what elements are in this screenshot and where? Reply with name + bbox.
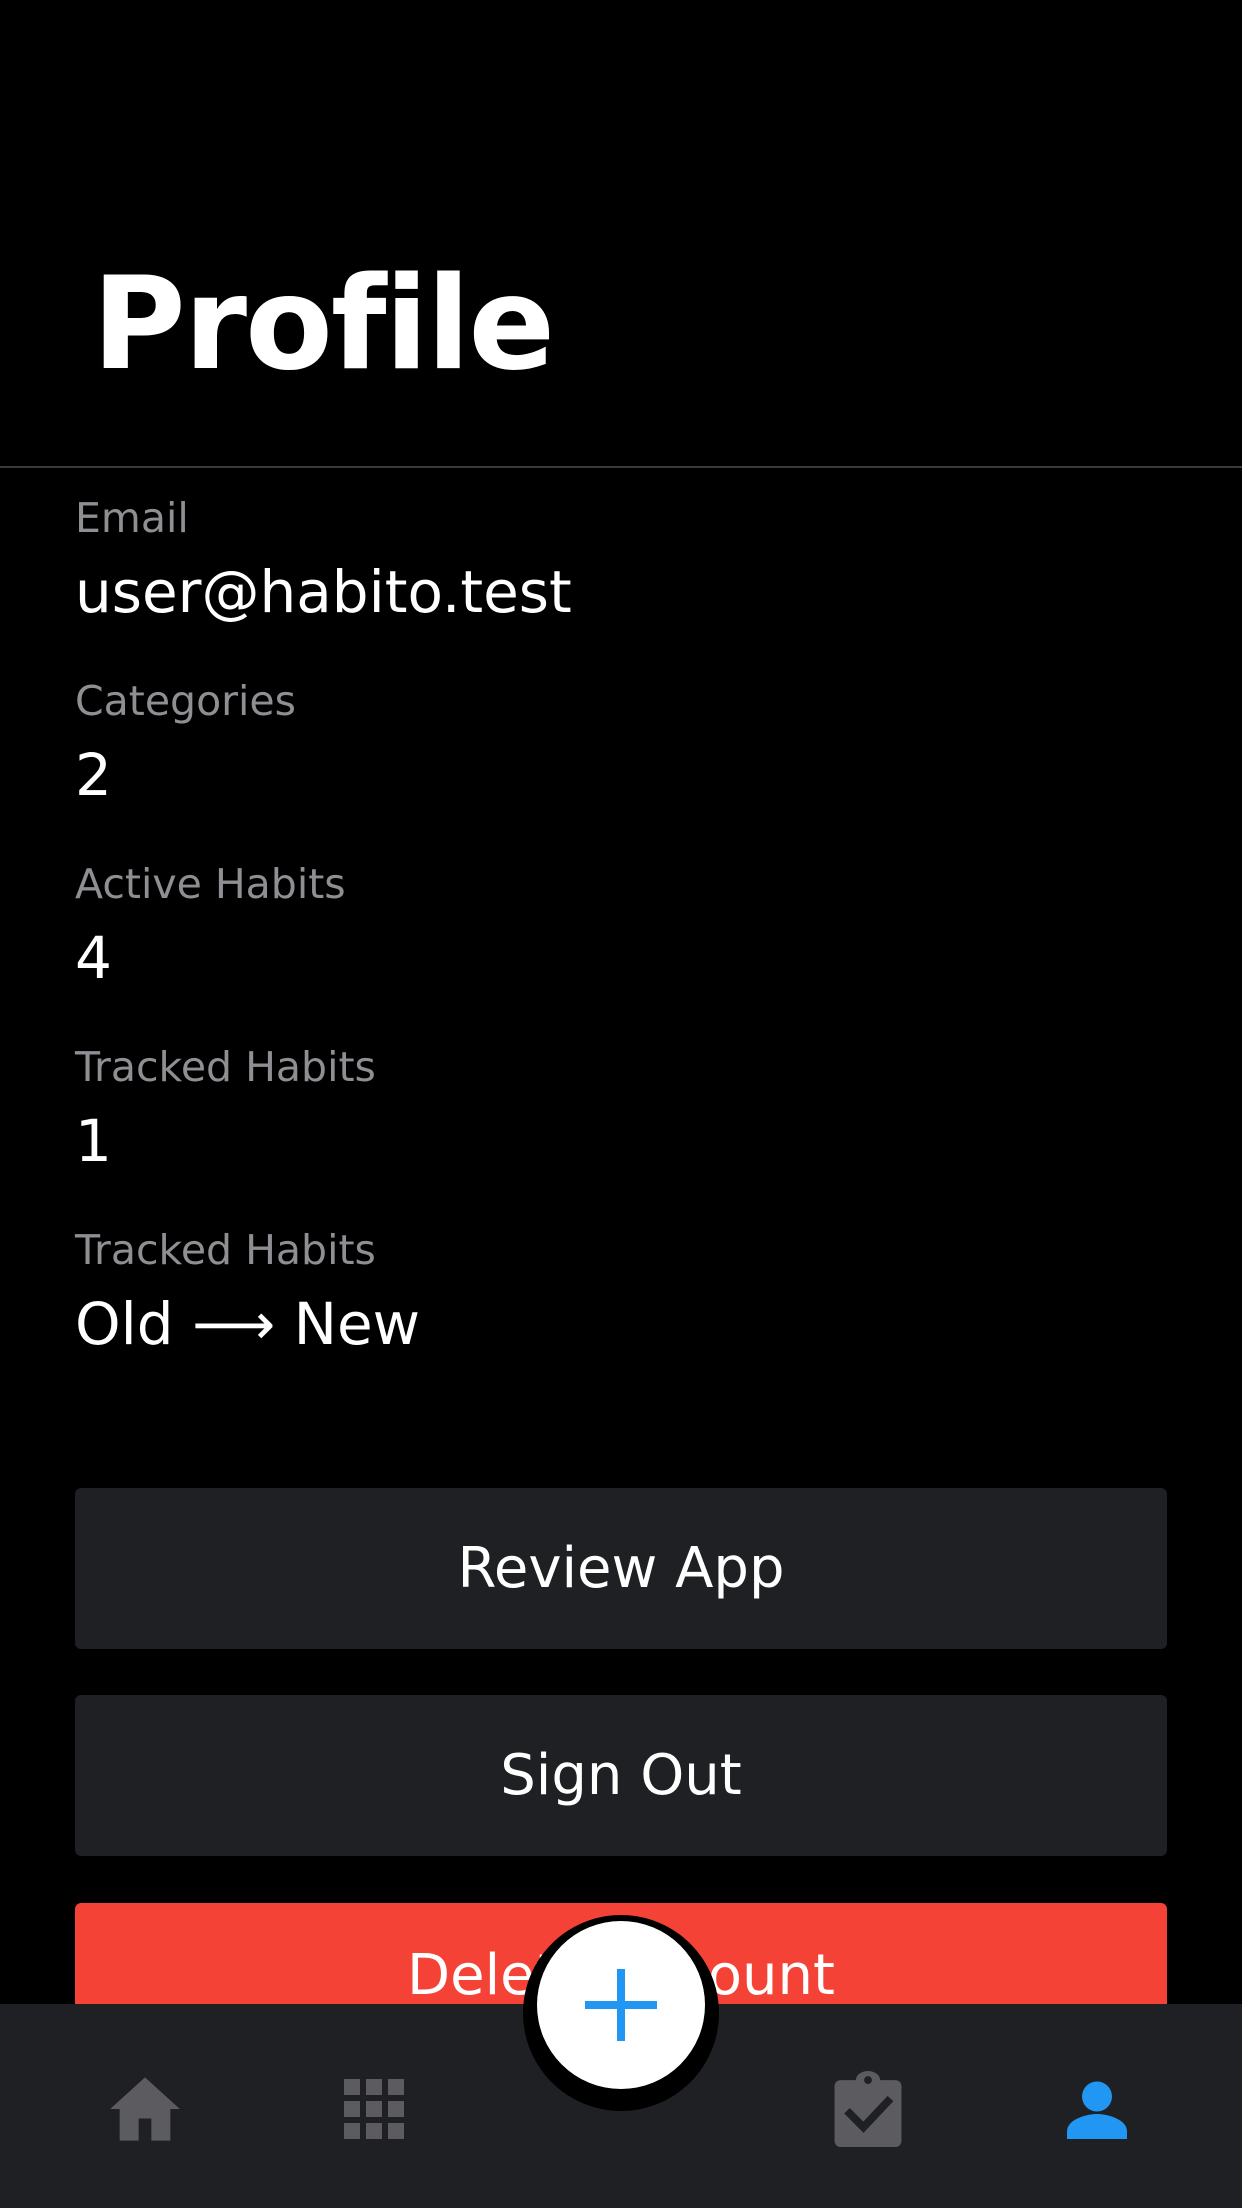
plus-icon xyxy=(585,1969,657,2041)
tab-categories[interactable] xyxy=(329,2064,419,2154)
page-title: Profile xyxy=(92,250,555,399)
email-value: user@habito.test xyxy=(75,558,572,626)
tab-tracking[interactable] xyxy=(823,2064,913,2154)
categories-label: Categories xyxy=(75,677,296,725)
profile-screen: Profile Email user@habito.test Categorie… xyxy=(0,0,1242,2208)
header-divider xyxy=(0,466,1242,468)
tracked-habits-value: 1 xyxy=(75,1107,112,1175)
tracked-habits-label: Tracked Habits xyxy=(75,1043,376,1091)
tab-profile[interactable] xyxy=(1052,2064,1142,2154)
add-habit-button[interactable] xyxy=(537,1921,705,2089)
review-app-button[interactable]: Review App xyxy=(75,1488,1167,1649)
tracked-habits-transition-value: Old ⟶ New xyxy=(75,1290,421,1358)
categories-value: 2 xyxy=(75,741,112,809)
active-habits-label: Active Habits xyxy=(75,860,346,908)
clipboard-check-icon xyxy=(834,2071,902,2147)
sign-out-button[interactable]: Sign Out xyxy=(75,1695,1167,1856)
home-icon xyxy=(110,2077,180,2141)
tab-home[interactable] xyxy=(100,2064,190,2154)
active-habits-value: 4 xyxy=(75,924,112,992)
email-label: Email xyxy=(75,494,189,542)
grid-icon xyxy=(344,2079,404,2139)
person-icon xyxy=(1067,2081,1127,2139)
tracked-habits-transition-label: Tracked Habits xyxy=(75,1226,376,1274)
